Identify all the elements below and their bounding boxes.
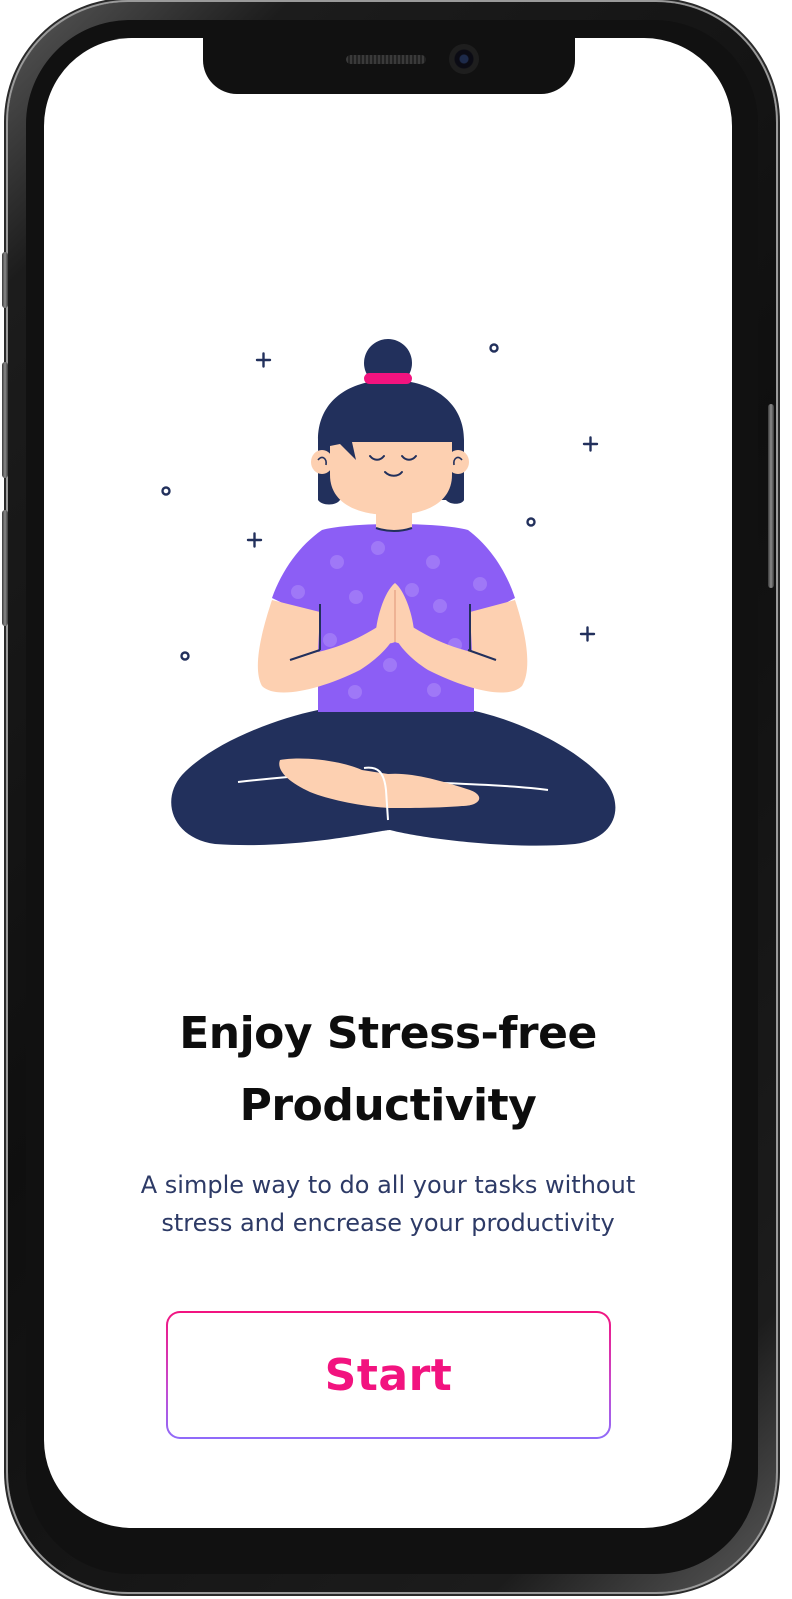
- start-button[interactable]: Start: [166, 1311, 611, 1439]
- hair-tie: [364, 373, 412, 384]
- onboarding-subtitle: A simple way to do all your tasks withou…: [96, 1166, 680, 1242]
- subtitle-line-2: stress and encrease your productivity: [161, 1209, 615, 1237]
- earpiece-speaker: [346, 55, 426, 64]
- phone-mockup: Enjoy Stress-free Productivity A simple …: [0, 0, 792, 1599]
- meditating-woman-illustration: [161, 339, 616, 846]
- title-line-2: Productivity: [239, 1080, 537, 1131]
- start-button-label: Start: [324, 1349, 453, 1401]
- front-camera: [449, 44, 479, 74]
- phone-notch: [203, 38, 575, 94]
- onboarding-title: Enjoy Stress-free Productivity: [96, 998, 680, 1142]
- subtitle-line-1: A simple way to do all your tasks withou…: [140, 1171, 636, 1199]
- title-line-1: Enjoy Stress-free: [179, 1008, 597, 1059]
